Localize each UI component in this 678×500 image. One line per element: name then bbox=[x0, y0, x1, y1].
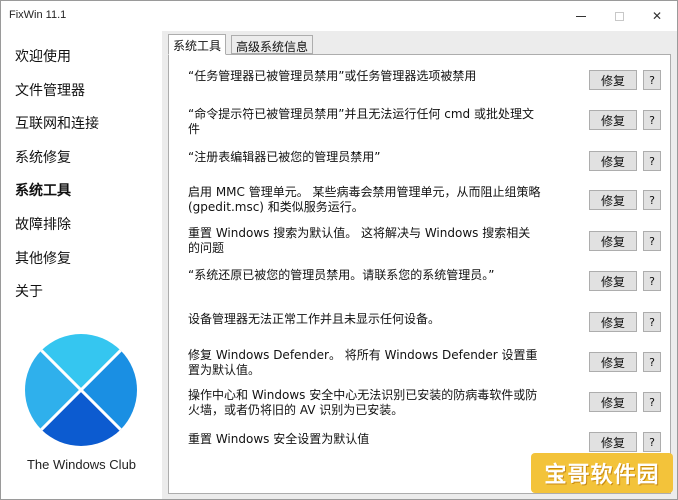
main-area: 系统工具 高级系统信息 “任务管理器已被管理员禁用”或任务管理器选项被禁用 修复… bbox=[162, 31, 677, 499]
tab-advanced-system-info[interactable]: 高级系统信息 bbox=[231, 35, 314, 54]
fix-description: 操作中心和 Windows 安全中心无法识别已安装的防病毒软件或防火墙，或者仍将… bbox=[188, 388, 538, 417]
windows-club-logo-icon bbox=[25, 334, 137, 446]
sidebar-item-system-repair[interactable]: 系统修复 bbox=[15, 147, 71, 167]
minimize-button[interactable] bbox=[563, 1, 599, 31]
minimize-icon bbox=[576, 15, 586, 17]
fix-description: 重置 Windows 搜索为默认值。 这将解决与 Windows 搜索相关的问题 bbox=[188, 226, 531, 255]
maximize-icon bbox=[614, 11, 624, 21]
help-button[interactable]: ? bbox=[643, 432, 661, 452]
help-button[interactable]: ? bbox=[643, 70, 661, 90]
help-button[interactable]: ? bbox=[643, 110, 661, 130]
sidebar-item-about[interactable]: 关于 bbox=[15, 281, 43, 301]
fixes-panel: “任务管理器已被管理员禁用”或任务管理器选项被禁用 修复 ? “命令提示符已被管… bbox=[168, 54, 671, 494]
sidebar-item-troubleshoot[interactable]: 故障排除 bbox=[15, 214, 71, 234]
tab-system-tools[interactable]: 系统工具 bbox=[168, 34, 227, 55]
title-bar: FixWin 11.1 ✕ bbox=[1, 1, 677, 31]
fix-button[interactable]: 修复 bbox=[589, 352, 637, 372]
fix-button[interactable]: 修复 bbox=[589, 432, 637, 452]
sidebar-item-other-fixes[interactable]: 其他修复 bbox=[15, 248, 71, 268]
help-button[interactable]: ? bbox=[643, 151, 661, 171]
fix-button[interactable]: 修复 bbox=[589, 190, 637, 210]
sidebar-item-welcome[interactable]: 欢迎使用 bbox=[15, 46, 71, 66]
window-title: FixWin 11.1 bbox=[9, 9, 67, 21]
help-button[interactable]: ? bbox=[643, 352, 661, 372]
help-button[interactable]: ? bbox=[643, 190, 661, 210]
sidebar: 欢迎使用 文件管理器 互联网和连接 系统修复 系统工具 故障排除 其他修复 关于… bbox=[1, 31, 162, 499]
fix-button[interactable]: 修复 bbox=[589, 271, 637, 291]
fix-description: “注册表编辑器已被您的管理员禁用” bbox=[188, 150, 381, 164]
fix-button[interactable]: 修复 bbox=[589, 70, 637, 90]
close-icon: ✕ bbox=[651, 9, 663, 23]
close-button[interactable]: ✕ bbox=[639, 1, 675, 31]
help-button[interactable]: ? bbox=[643, 231, 661, 251]
help-button[interactable]: ? bbox=[643, 312, 661, 332]
fix-button[interactable]: 修复 bbox=[589, 312, 637, 332]
fix-button[interactable]: 修复 bbox=[589, 151, 637, 171]
fix-button[interactable]: 修复 bbox=[589, 392, 637, 412]
fix-description: “命令提示符已被管理员禁用”并且无法运行任何 cmd 或批处理文件 bbox=[188, 107, 534, 136]
help-button[interactable]: ? bbox=[643, 271, 661, 291]
app-window: FixWin 11.1 ✕ 欢迎使用 文件管理器 互联网和连接 系统修复 系统工… bbox=[0, 0, 678, 500]
sidebar-item-internet[interactable]: 互联网和连接 bbox=[15, 113, 99, 133]
fix-description: 设备管理器无法正常工作并且未显示任何设备。 bbox=[188, 312, 441, 326]
logo-caption: The Windows Club bbox=[26, 457, 137, 472]
fix-description: 修复 Windows Defender。 将所有 Windows Defende… bbox=[188, 348, 538, 377]
help-button[interactable]: ? bbox=[643, 392, 661, 412]
watermark-badge: 宝哥软件园 bbox=[531, 453, 673, 493]
sidebar-item-system-tools[interactable]: 系统工具 bbox=[15, 180, 71, 200]
maximize-button[interactable] bbox=[601, 1, 637, 31]
fix-description: “任务管理器已被管理员禁用”或任务管理器选项被禁用 bbox=[188, 69, 477, 83]
fix-button[interactable]: 修复 bbox=[589, 231, 637, 251]
fix-description: 重置 Windows 安全设置为默认值 bbox=[188, 432, 370, 446]
fix-description: “系统还原已被您的管理员禁用。请联系您的系统管理员。” bbox=[188, 268, 495, 282]
sidebar-item-file-explorer[interactable]: 文件管理器 bbox=[15, 80, 85, 100]
fix-button[interactable]: 修复 bbox=[589, 110, 637, 130]
fix-description: 启用 MMC 管理单元。 某些病毒会禁用管理单元，从而阻止组策略 (gpedit… bbox=[188, 185, 541, 214]
